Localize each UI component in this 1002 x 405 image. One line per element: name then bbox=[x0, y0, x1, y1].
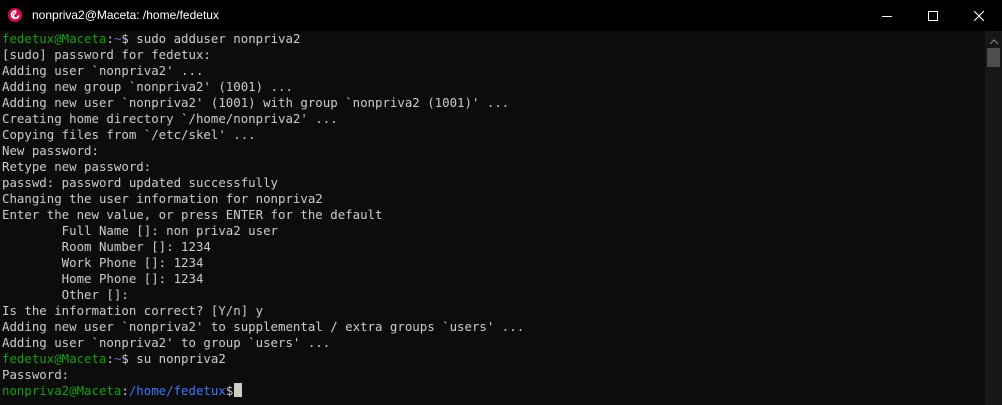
title-bar[interactable]: nonpriva2@Maceta: /home/fedetux bbox=[0, 0, 1002, 31]
command-text: su nonpriva2 bbox=[136, 351, 226, 366]
scroll-up-button[interactable] bbox=[985, 31, 1002, 48]
prompt-symbol: $ bbox=[121, 351, 137, 366]
output-line: [sudo] password for fedetux: bbox=[2, 47, 211, 62]
prompt-line: fedetux@Maceta:~$ su nonpriva2 bbox=[2, 351, 982, 367]
output-line: Is the information correct? [Y/n] y bbox=[2, 303, 264, 318]
output-line: Other []: bbox=[2, 287, 129, 302]
output-line: Adding new group `nonpriva2' (1001) ... bbox=[2, 79, 293, 94]
scroll-thumb[interactable] bbox=[987, 48, 1000, 67]
window-title: nonpriva2@Maceta: /home/fedetux bbox=[32, 8, 219, 22]
output-line: Retype new password: bbox=[2, 159, 152, 174]
prompt-line: fedetux@Maceta:~$ sudo adduser nonpriva2 bbox=[2, 31, 982, 47]
output-line: Room Number []: 1234 bbox=[2, 239, 211, 254]
command-text: sudo adduser nonpriva2 bbox=[136, 31, 301, 46]
maximize-icon bbox=[928, 10, 938, 21]
minimize-button[interactable] bbox=[864, 0, 910, 31]
prompt-symbol: $ bbox=[225, 383, 234, 398]
prompt-user: fedetux@Maceta bbox=[2, 31, 107, 46]
text-cursor bbox=[234, 383, 243, 397]
output-line: Adding new user `nonpriva2' (1001) with … bbox=[2, 95, 510, 110]
output-line: Work Phone []: 1234 bbox=[2, 255, 204, 270]
output-line: Adding new user `nonpriva2' to supplemen… bbox=[2, 319, 525, 334]
output-line: Enter the new value, or press ENTER for … bbox=[2, 207, 383, 222]
debian-swirl-icon[interactable] bbox=[8, 8, 22, 22]
output-line: Home Phone []: 1234 bbox=[2, 271, 204, 286]
maximize-button[interactable] bbox=[910, 0, 956, 31]
output-line: Adding user `nonpriva2' ... bbox=[2, 63, 204, 78]
output-line: Full Name []: non priva2 user bbox=[2, 223, 279, 238]
minimize-icon bbox=[882, 11, 892, 21]
output-line: New password: bbox=[2, 143, 99, 158]
close-icon bbox=[974, 10, 984, 21]
terminal-output[interactable]: fedetux@Maceta:~$ sudo adduser nonpriva2… bbox=[2, 31, 982, 405]
prompt-separator: : bbox=[106, 31, 114, 46]
output-line: passwd: password updated successfully bbox=[2, 175, 279, 190]
prompt-path: /home/fedetux bbox=[128, 383, 226, 398]
prompt-user: fedetux@Maceta bbox=[2, 351, 107, 366]
vertical-scrollbar[interactable] bbox=[985, 31, 1002, 405]
output-line: Password: bbox=[2, 367, 70, 382]
output-line: Copying files from `/etc/skel' ... bbox=[2, 127, 256, 142]
terminal-window: nonpriva2@Maceta: /home/fedetux fedetux@… bbox=[0, 0, 1002, 405]
output-line: Creating home directory `/home/nonpriva2… bbox=[2, 111, 338, 126]
chevron-up-icon bbox=[989, 31, 998, 49]
prompt-user: nonpriva2@Maceta bbox=[2, 383, 122, 398]
close-button[interactable] bbox=[956, 0, 1002, 31]
output-line: Changing the user information for nonpri… bbox=[2, 191, 323, 206]
output-line: Adding user `nonpriva2' to group `users'… bbox=[2, 335, 331, 350]
prompt-line: nonpriva2@Maceta:/home/fedetux$ bbox=[2, 383, 982, 399]
prompt-separator: : bbox=[106, 351, 114, 366]
prompt-symbol: $ bbox=[121, 31, 137, 46]
prompt-separator: : bbox=[121, 383, 129, 398]
